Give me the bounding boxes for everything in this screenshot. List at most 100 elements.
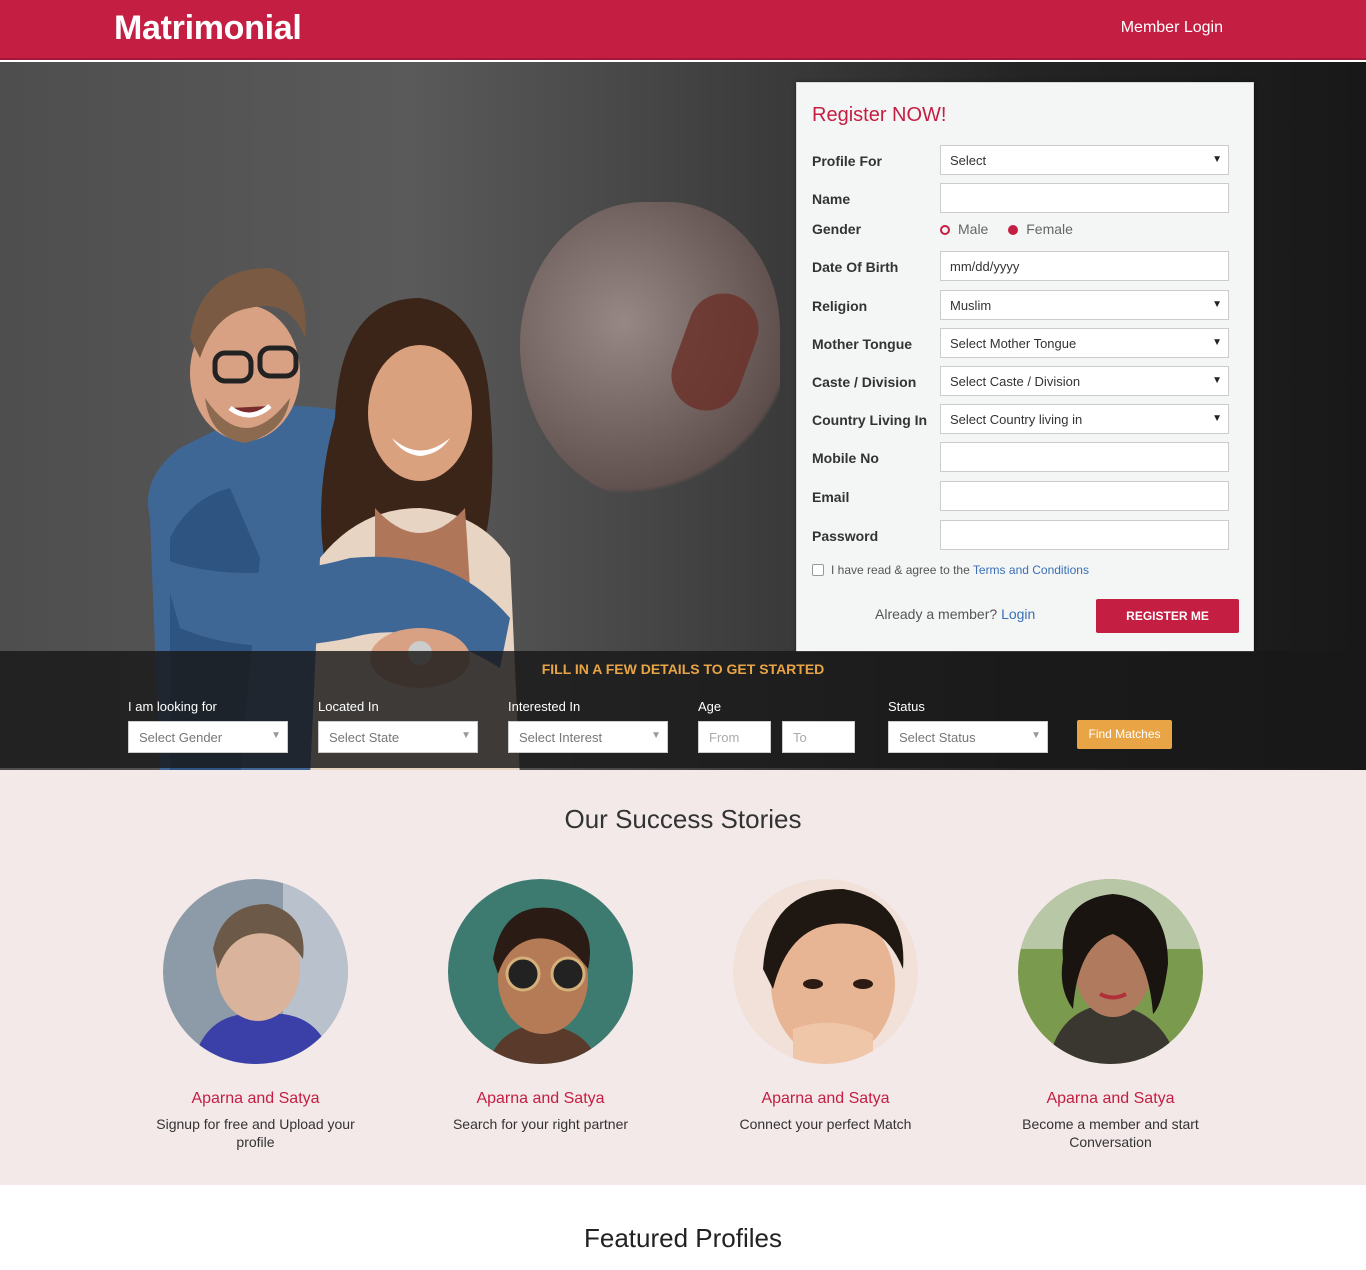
- email-label: Email: [812, 489, 850, 505]
- already-member: Already a member? Login: [875, 606, 1035, 622]
- dob-row: Date Of Birth mm/dd/yyyy: [812, 251, 1232, 281]
- caret-down-icon: ▼: [1212, 154, 1222, 165]
- gender-female-label[interactable]: Female: [1026, 221, 1073, 237]
- story-text: Connect your perfect Match: [739, 1116, 912, 1132]
- login-link[interactable]: Login: [1001, 606, 1035, 622]
- featured-profiles-title: Featured Profiles: [584, 1223, 782, 1253]
- story-name[interactable]: Aparna and Satya: [398, 1090, 683, 1108]
- interested-in-select[interactable]: Select Interest ▼: [508, 721, 668, 753]
- caret-down-icon: ▼: [651, 730, 661, 741]
- terms-checkbox[interactable]: [812, 564, 824, 576]
- terms-row: I have read & agree to the Terms and Con…: [812, 563, 1089, 577]
- caret-down-icon: ▼: [1212, 413, 1222, 424]
- mobile-row: Mobile No: [812, 442, 1232, 472]
- story-card: Aparna and Satya Become a member and sta…: [968, 879, 1253, 1151]
- age-to-input[interactable]: To: [782, 721, 855, 753]
- name-input[interactable]: [940, 183, 1229, 213]
- caret-down-icon: ▼: [1031, 730, 1041, 741]
- brand-logo[interactable]: Matrimonial: [114, 9, 302, 48]
- country-label: Country Living In: [812, 412, 928, 428]
- story-card: Aparna and Satya Signup for free and Upl…: [113, 879, 398, 1151]
- age-from-input[interactable]: From: [698, 721, 771, 753]
- dob-label: Date Of Birth: [812, 259, 899, 275]
- avatar[interactable]: [733, 879, 918, 1064]
- gender-radio-group: Male Female: [940, 221, 1089, 237]
- gender-male-label[interactable]: Male: [958, 221, 988, 237]
- password-row: Password: [812, 520, 1232, 550]
- story-name[interactable]: Aparna and Satya: [683, 1090, 968, 1108]
- mother-tongue-row: Mother Tongue Select Mother Tongue ▼: [812, 328, 1232, 358]
- password-label: Password: [812, 528, 879, 544]
- member-login-link[interactable]: Member Login: [1121, 19, 1223, 37]
- find-matches-button[interactable]: Find Matches: [1077, 720, 1172, 749]
- profile-for-row: Profile For Select ▼: [812, 145, 1232, 175]
- looking-for-select[interactable]: Select Gender ▼: [128, 721, 288, 753]
- mother-tongue-value: Select Mother Tongue: [950, 336, 1077, 351]
- located-in-select[interactable]: Select State ▼: [318, 721, 478, 753]
- age-label: Age: [698, 699, 722, 714]
- avatar[interactable]: [163, 879, 348, 1064]
- country-select[interactable]: Select Country living in ▼: [940, 404, 1229, 434]
- caret-down-icon: ▼: [271, 730, 281, 741]
- caste-row: Caste / Division Select Caste / Division…: [812, 366, 1232, 396]
- terms-link[interactable]: Terms and Conditions: [973, 563, 1089, 577]
- already-member-text: Already a member?: [875, 606, 998, 622]
- mobile-label: Mobile No: [812, 450, 879, 466]
- status-label: Status: [888, 699, 925, 714]
- email-row: Email: [812, 481, 1232, 511]
- status-group: Status Select Status ▼: [888, 699, 1048, 753]
- terms-text: I have read & agree to the: [831, 563, 970, 577]
- mother-tongue-select[interactable]: Select Mother Tongue ▼: [940, 328, 1229, 358]
- caret-down-icon: ▼: [1212, 337, 1222, 348]
- country-row: Country Living In Select Country living …: [812, 404, 1232, 434]
- mobile-input[interactable]: [940, 442, 1229, 472]
- located-in-label: Located In: [318, 699, 379, 714]
- looking-for-value: Select Gender: [139, 730, 223, 745]
- success-stories-title: Our Success Stories: [564, 804, 802, 834]
- caste-label: Caste / Division: [812, 374, 917, 390]
- quick-search-title: FILL IN A FEW DETAILS TO GET STARTED: [541, 661, 825, 677]
- gender-male-radio[interactable]: [940, 225, 950, 235]
- profile-for-value: Select: [950, 153, 987, 168]
- status-value: Select Status: [899, 730, 976, 745]
- interested-in-value: Select Interest: [519, 730, 603, 745]
- story-name[interactable]: Aparna and Satya: [968, 1090, 1253, 1108]
- caret-down-icon: ▼: [461, 730, 471, 741]
- register-button[interactable]: REGISTER ME: [1096, 599, 1239, 633]
- avatar[interactable]: [1018, 879, 1203, 1064]
- looking-for-label: I am looking for: [128, 699, 217, 714]
- featured-profiles-section: Featured Profiles: [0, 1185, 1366, 1270]
- mother-tongue-label: Mother Tongue: [812, 336, 913, 352]
- avatar[interactable]: [448, 879, 633, 1064]
- religion-label: Religion: [812, 298, 868, 314]
- dob-input[interactable]: mm/dd/yyyy: [940, 251, 1229, 281]
- interested-in-label: Interested In: [508, 699, 581, 714]
- name-row: Name: [812, 183, 1232, 213]
- success-stories-section: Our Success Stories Aparna and Satya Sig…: [0, 770, 1366, 1185]
- religion-select[interactable]: Muslim ▼: [940, 290, 1229, 320]
- caret-down-icon: ▼: [1212, 375, 1222, 386]
- story-name[interactable]: Aparna and Satya: [113, 1090, 398, 1108]
- name-label: Name: [812, 191, 851, 207]
- status-select[interactable]: Select Status ▼: [888, 721, 1048, 753]
- story-text: Search for your right partner: [452, 1116, 629, 1132]
- located-in-value: Select State: [329, 730, 400, 745]
- caret-down-icon: ▼: [1212, 299, 1222, 310]
- gender-label: Gender: [812, 221, 862, 237]
- religion-value: Muslim: [950, 298, 992, 313]
- located-in-group: Located In Select State ▼: [318, 699, 478, 753]
- religion-row: Religion Muslim ▼: [812, 290, 1232, 320]
- password-input[interactable]: [940, 520, 1229, 550]
- email-input[interactable]: [940, 481, 1229, 511]
- quick-search-bar: FILL IN A FEW DETAILS TO GET STARTED I a…: [0, 651, 1366, 768]
- caste-select[interactable]: Select Caste / Division ▼: [940, 366, 1229, 396]
- story-card: Aparna and Satya Search for your right p…: [398, 879, 683, 1133]
- gender-row: Gender Male Female: [812, 213, 1232, 243]
- story-text: Become a member and start Conversation: [1022, 1116, 1199, 1150]
- story-text: Signup for free and Upload your profile: [156, 1116, 355, 1150]
- gender-female-radio[interactable]: [1008, 225, 1019, 235]
- age-group: Age From To: [698, 699, 858, 753]
- story-card: Aparna and Satya Connect your perfect Ma…: [683, 879, 968, 1133]
- country-value: Select Country living in: [950, 412, 1083, 427]
- profile-for-select[interactable]: Select ▼: [940, 145, 1229, 175]
